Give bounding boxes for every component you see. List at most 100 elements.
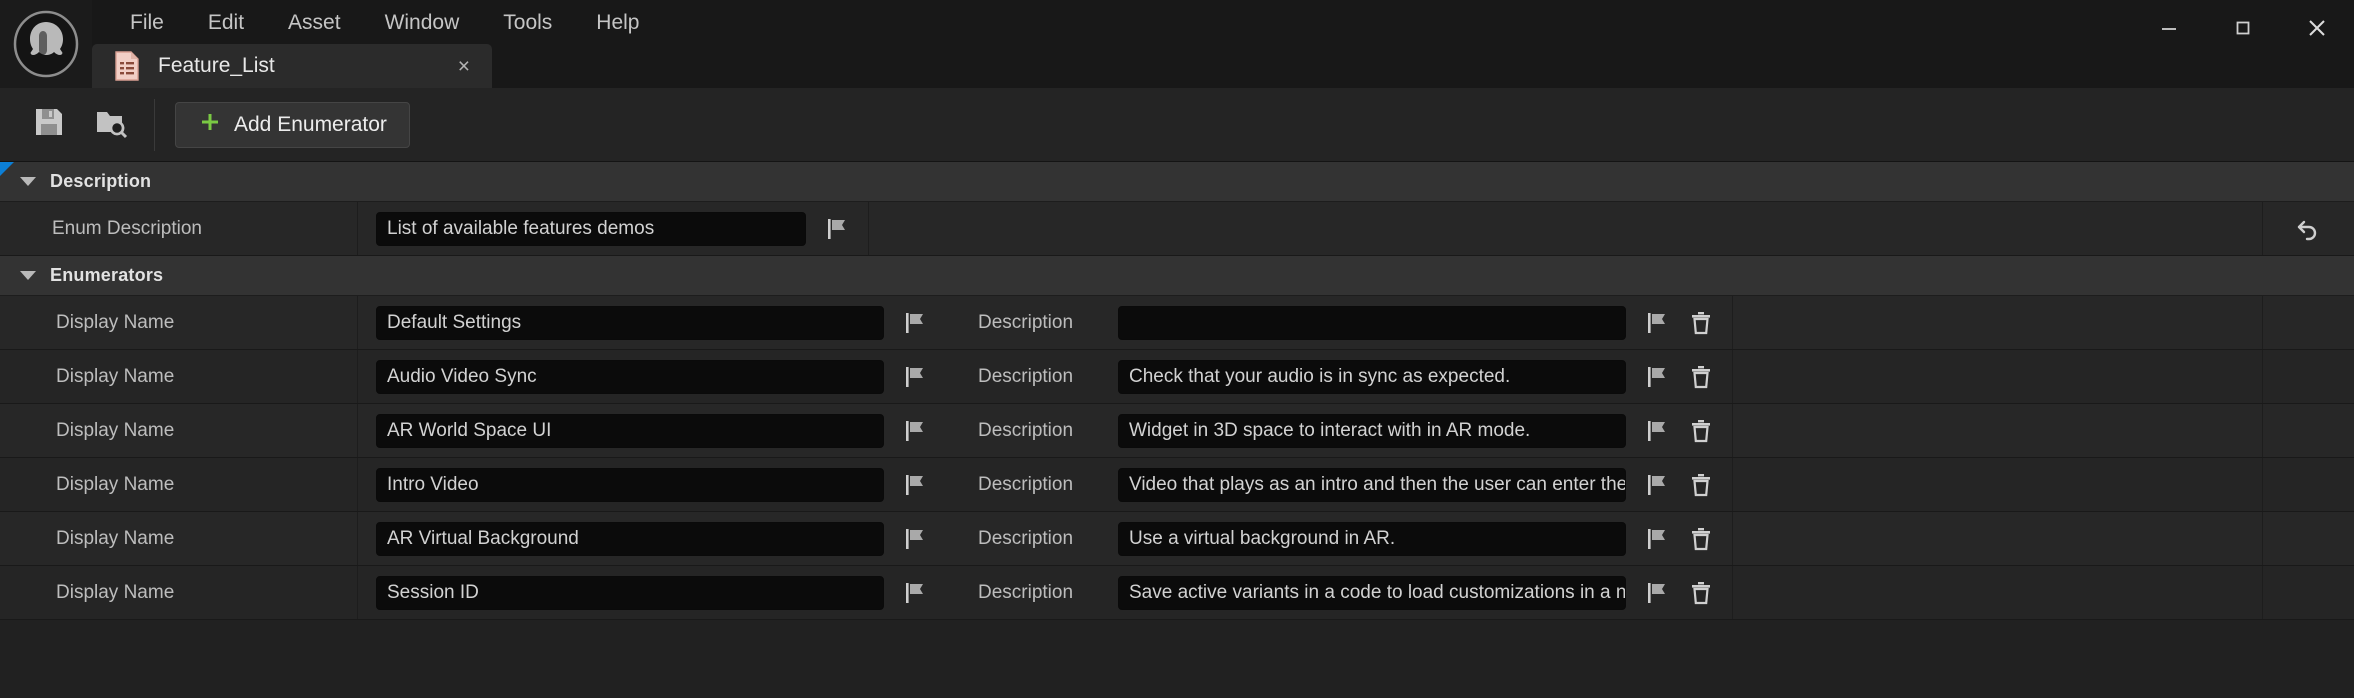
display-name-input[interactable]: Audio Video Sync	[376, 359, 884, 394]
display-name-field-cell: AR Virtual Background	[358, 512, 932, 565]
minimize-button[interactable]	[2132, 0, 2206, 56]
menu-item-edit[interactable]: Edit	[186, 8, 266, 37]
description-input[interactable]	[1118, 305, 1626, 340]
menu-item-file[interactable]: File	[108, 8, 186, 37]
delete-enumerator-button[interactable]	[1684, 573, 1718, 613]
browse-content-button[interactable]	[80, 96, 142, 154]
display-name-label: Display Name	[0, 296, 358, 349]
enumerator-row-spacer	[1732, 350, 2262, 403]
display-name-flag-icon[interactable]	[898, 519, 932, 559]
menu-bar: File Edit Asset Window Tools Help	[92, 0, 2354, 44]
delete-enumerator-button[interactable]	[1684, 357, 1718, 397]
description-flag-icon[interactable]	[1640, 357, 1674, 397]
description-input[interactable]: Widget in 3D space to interact with in A…	[1118, 413, 1626, 448]
enumerator-row-list: Display Name Default Settings Descriptio…	[0, 296, 2354, 620]
display-name-flag-icon[interactable]	[898, 303, 932, 343]
description-sub-label: Description	[978, 419, 1074, 441]
description-field-cell	[1100, 296, 1718, 349]
display-name-field-cell: AR World Space UI	[358, 404, 932, 457]
display-name-flag-icon[interactable]	[898, 465, 932, 505]
display-name-input[interactable]: AR Virtual Background	[376, 521, 884, 556]
enum-description-field-cell: List of available features demos	[358, 202, 854, 255]
menu-item-asset[interactable]: Asset	[266, 8, 363, 37]
enumerator-row-end-cell	[2262, 458, 2354, 511]
section-header-description[interactable]: Description	[0, 162, 2354, 202]
menu-item-help[interactable]: Help	[574, 8, 661, 37]
document-tab-feature-list[interactable]: Feature_List ×	[92, 44, 492, 88]
display-name-flag-icon[interactable]	[898, 573, 932, 613]
save-icon	[32, 105, 66, 144]
enum-description-flag-icon[interactable]	[820, 209, 854, 249]
display-name-field-cell: Session ID	[358, 566, 932, 619]
enumerator-row: Display Name AR Virtual Background Descr…	[0, 512, 2354, 566]
menu-item-window[interactable]: Window	[363, 8, 482, 37]
title-bar: File Edit Asset Window Tools Help Featur…	[0, 0, 2354, 88]
add-enumerator-button[interactable]: Add Enumerator	[175, 101, 410, 148]
delete-enumerator-button[interactable]	[1684, 465, 1718, 505]
delete-enumerator-button[interactable]	[1684, 519, 1718, 559]
enumerator-row-end-cell	[2262, 566, 2354, 619]
tab-strip: Feature_List ×	[92, 44, 2354, 88]
save-button[interactable]	[18, 96, 80, 154]
enumerator-row: Display Name Session ID Description Save…	[0, 566, 2354, 620]
enumerator-row: Display Name Intro Video Description Vid…	[0, 458, 2354, 512]
browse-content-icon	[94, 105, 128, 144]
enumerator-row-spacer	[1732, 296, 2262, 349]
description-flag-icon[interactable]	[1640, 573, 1674, 613]
close-button[interactable]	[2280, 0, 2354, 56]
display-name-label: Display Name	[0, 350, 358, 403]
description-sub-label: Description	[978, 365, 1074, 387]
section-title-enumerators: Enumerators	[50, 265, 164, 285]
display-name-input[interactable]: Default Settings	[376, 305, 884, 340]
display-name-flag-icon[interactable]	[898, 357, 932, 397]
section-accent-marker	[0, 162, 14, 176]
display-name-field-cell: Intro Video	[358, 458, 932, 511]
delete-enumerator-button[interactable]	[1684, 303, 1718, 343]
description-sub-label: Description	[978, 527, 1074, 549]
section-title-description: Description	[50, 171, 152, 191]
chevron-down-icon	[20, 177, 36, 186]
delete-enumerator-button[interactable]	[1684, 411, 1718, 451]
description-flag-icon[interactable]	[1640, 465, 1674, 505]
unreal-engine-logo-icon[interactable]	[0, 0, 92, 88]
description-flag-icon[interactable]	[1640, 519, 1674, 559]
enumerator-row-end-cell	[2262, 512, 2354, 565]
revert-arrow-icon[interactable]	[2292, 209, 2326, 249]
tab-close-icon[interactable]: ×	[450, 56, 478, 77]
enum-description-label: Enum Description	[0, 202, 358, 255]
description-input[interactable]: Use a virtual background in AR.	[1118, 521, 1626, 556]
add-enumerator-label: Add Enumerator	[234, 112, 387, 136]
description-flag-icon[interactable]	[1640, 411, 1674, 451]
asset-toolbar: Add Enumerator	[0, 88, 2354, 162]
description-input[interactable]: Check that your audio is in sync as expe…	[1118, 359, 1626, 394]
display-name-input[interactable]: AR World Space UI	[376, 413, 884, 448]
display-name-input[interactable]: Session ID	[376, 575, 884, 610]
menu-item-tools[interactable]: Tools	[481, 8, 574, 37]
enumerator-row: Display Name AR World Space UI Descripti…	[0, 404, 2354, 458]
enumerator-row-spacer	[1732, 458, 2262, 511]
description-sub-label: Description	[978, 581, 1074, 603]
enum-description-reset-cell	[2262, 202, 2354, 255]
enumerator-row-end-cell	[2262, 350, 2354, 403]
maximize-button[interactable]	[2206, 0, 2280, 56]
description-field-cell: Save active variants in a code to load c…	[1100, 566, 1718, 619]
description-flag-icon[interactable]	[1640, 303, 1674, 343]
display-name-field-cell: Default Settings	[358, 296, 932, 349]
display-name-flag-icon[interactable]	[898, 411, 932, 451]
description-input[interactable]: Save active variants in a code to load c…	[1118, 575, 1626, 610]
enumerator-row-spacer	[1732, 512, 2262, 565]
document-tab-label: Feature_List	[158, 54, 275, 77]
enum-description-spacer	[868, 202, 2262, 255]
enumerator-row: Display Name Audio Video Sync Descriptio…	[0, 350, 2354, 404]
enum-asset-icon	[114, 51, 140, 81]
enumerator-row-end-cell	[2262, 296, 2354, 349]
section-header-enumerators[interactable]: Enumerators	[0, 256, 2354, 296]
enum-description-input[interactable]: List of available features demos	[376, 211, 806, 246]
display-name-input[interactable]: Intro Video	[376, 467, 884, 502]
enumerator-row-spacer	[1732, 566, 2262, 619]
enumerator-row-end-cell	[2262, 404, 2354, 457]
description-field-cell: Widget in 3D space to interact with in A…	[1100, 404, 1718, 457]
display-name-label: Display Name	[0, 566, 358, 619]
enumerator-row-spacer	[1732, 404, 2262, 457]
description-input[interactable]: Video that plays as an intro and then th…	[1118, 467, 1626, 502]
